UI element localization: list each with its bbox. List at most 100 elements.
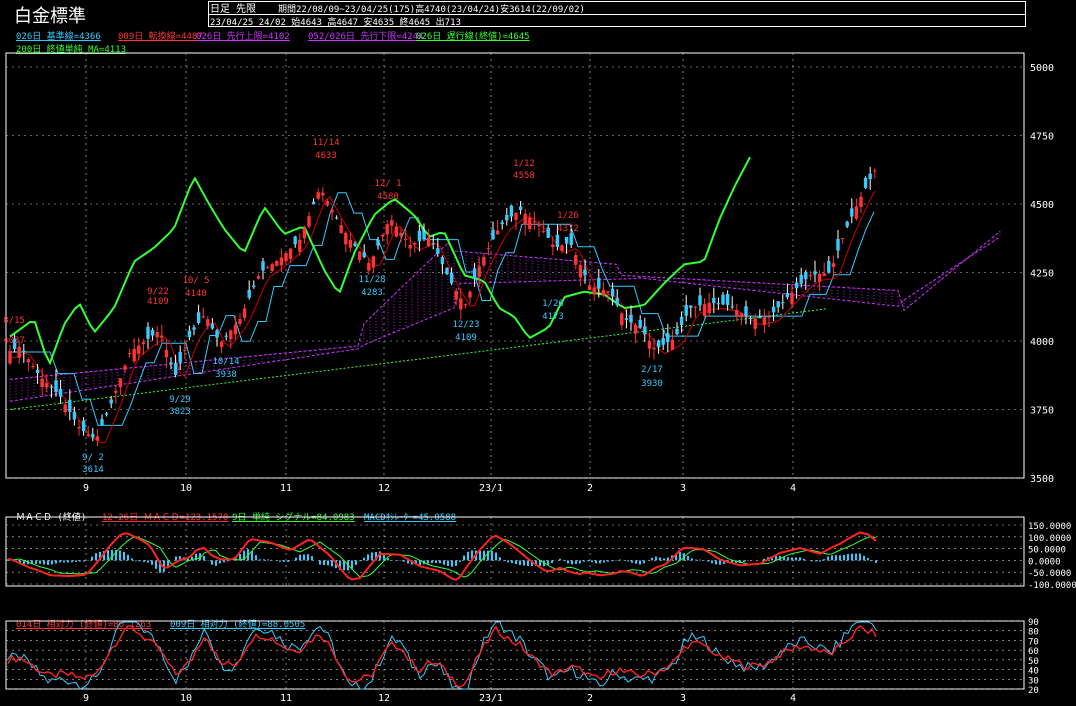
candle-body [238,319,242,324]
candle-body [325,201,330,206]
candle-body [817,273,822,282]
x-tick-label: 11 [280,483,292,494]
x-tick-label: 9 [83,483,89,494]
candle-body [514,212,518,220]
candle-body [454,290,458,300]
x-tick-label-rsi: 11 [280,693,292,704]
candle-body [647,341,652,349]
macd-panel-frame [5,516,1025,587]
candle-body [716,303,721,305]
candle-body [840,237,845,239]
candle-body [95,436,100,441]
candle-body [799,274,803,284]
candle-body [597,277,601,289]
candle-body [100,419,104,426]
candle-body [679,316,684,325]
rsi-tick-label: 60 [1028,647,1039,657]
candle-body [748,317,753,319]
candle-body [118,378,123,388]
candle-body [72,411,77,420]
candle-body [523,213,527,225]
candle-body [293,236,297,245]
annotation-value: 3823 [169,407,191,417]
candle-body [224,335,228,337]
candle-body [638,320,642,328]
candle-body [707,302,711,314]
candle-body [528,217,532,230]
price-tick-label: 3750 [1030,406,1054,417]
macd-tick-label: -50.0000 [1028,569,1071,579]
x-tick-label-rsi: 12 [378,693,390,704]
x-tick-label-rsi: 23/1 [479,693,503,704]
annotation-value: 4558 [513,171,535,181]
candle-body [22,350,26,353]
candle-body [509,205,514,217]
candle-body [394,226,399,237]
candle-body [298,239,302,252]
candle-body [472,268,477,280]
candle-body [316,192,320,199]
candle-body [233,324,238,335]
candle-body [206,319,210,327]
candle-body [173,363,178,375]
candle-body [767,316,771,318]
candle-body [362,252,366,258]
candle-body [334,217,339,219]
candle-body [546,227,550,238]
candle-body [771,306,776,313]
candle-body [790,292,794,305]
candle-body [702,304,707,317]
candle-body [413,243,417,245]
candle-body [836,238,840,251]
price-tick-label: 4750 [1030,132,1054,143]
x-tick-label-rsi: 10 [180,693,192,704]
candle-body [592,287,596,295]
macd-tick-label: -100.0000 [1028,581,1076,591]
annotation-date: 10/ 5 [182,276,209,286]
annotation-value: 4109 [455,333,477,343]
candle-body [601,289,606,296]
candle-body [762,317,767,326]
candle-body [242,308,247,318]
candle-body [123,365,127,370]
candle-body [827,260,831,273]
macd-line [7,531,877,581]
senkou-span-b-line [9,236,1001,402]
annotation-value: 4633 [315,151,337,161]
candle-body [321,192,325,196]
x-tick-label: 2 [587,483,593,494]
rsi9-line [7,621,877,690]
candle-body [164,349,169,358]
candle-body [744,306,748,317]
candle-body [68,399,72,412]
candle-body [160,335,164,338]
candle-body [684,305,688,316]
candle-body [40,378,44,387]
price-tick-label: 4500 [1030,200,1054,211]
candle-body [569,233,573,245]
candle-body [422,231,426,240]
candle-body [77,427,81,429]
candle-body [873,170,877,172]
candle-body [31,366,35,368]
candle-body [127,353,132,355]
candle-body [330,209,334,213]
candle-body [155,332,159,338]
candle-body [408,245,412,249]
candle-body [141,342,146,345]
candle-body [265,267,270,269]
candle-body [385,224,389,235]
candle-body [302,228,307,239]
candle-body [339,225,343,234]
candle-body [192,327,196,330]
candle-body [822,273,826,277]
annotation-date: 1/12 [513,159,535,169]
candle-body [81,420,86,432]
candle-body [850,208,854,217]
candle-body [583,269,587,276]
annotation-date: 12/ 1 [374,179,401,189]
candle-body [551,244,555,248]
annotation-value: 4109 [147,297,169,307]
candle-body [610,288,615,297]
candle-body [574,255,578,265]
